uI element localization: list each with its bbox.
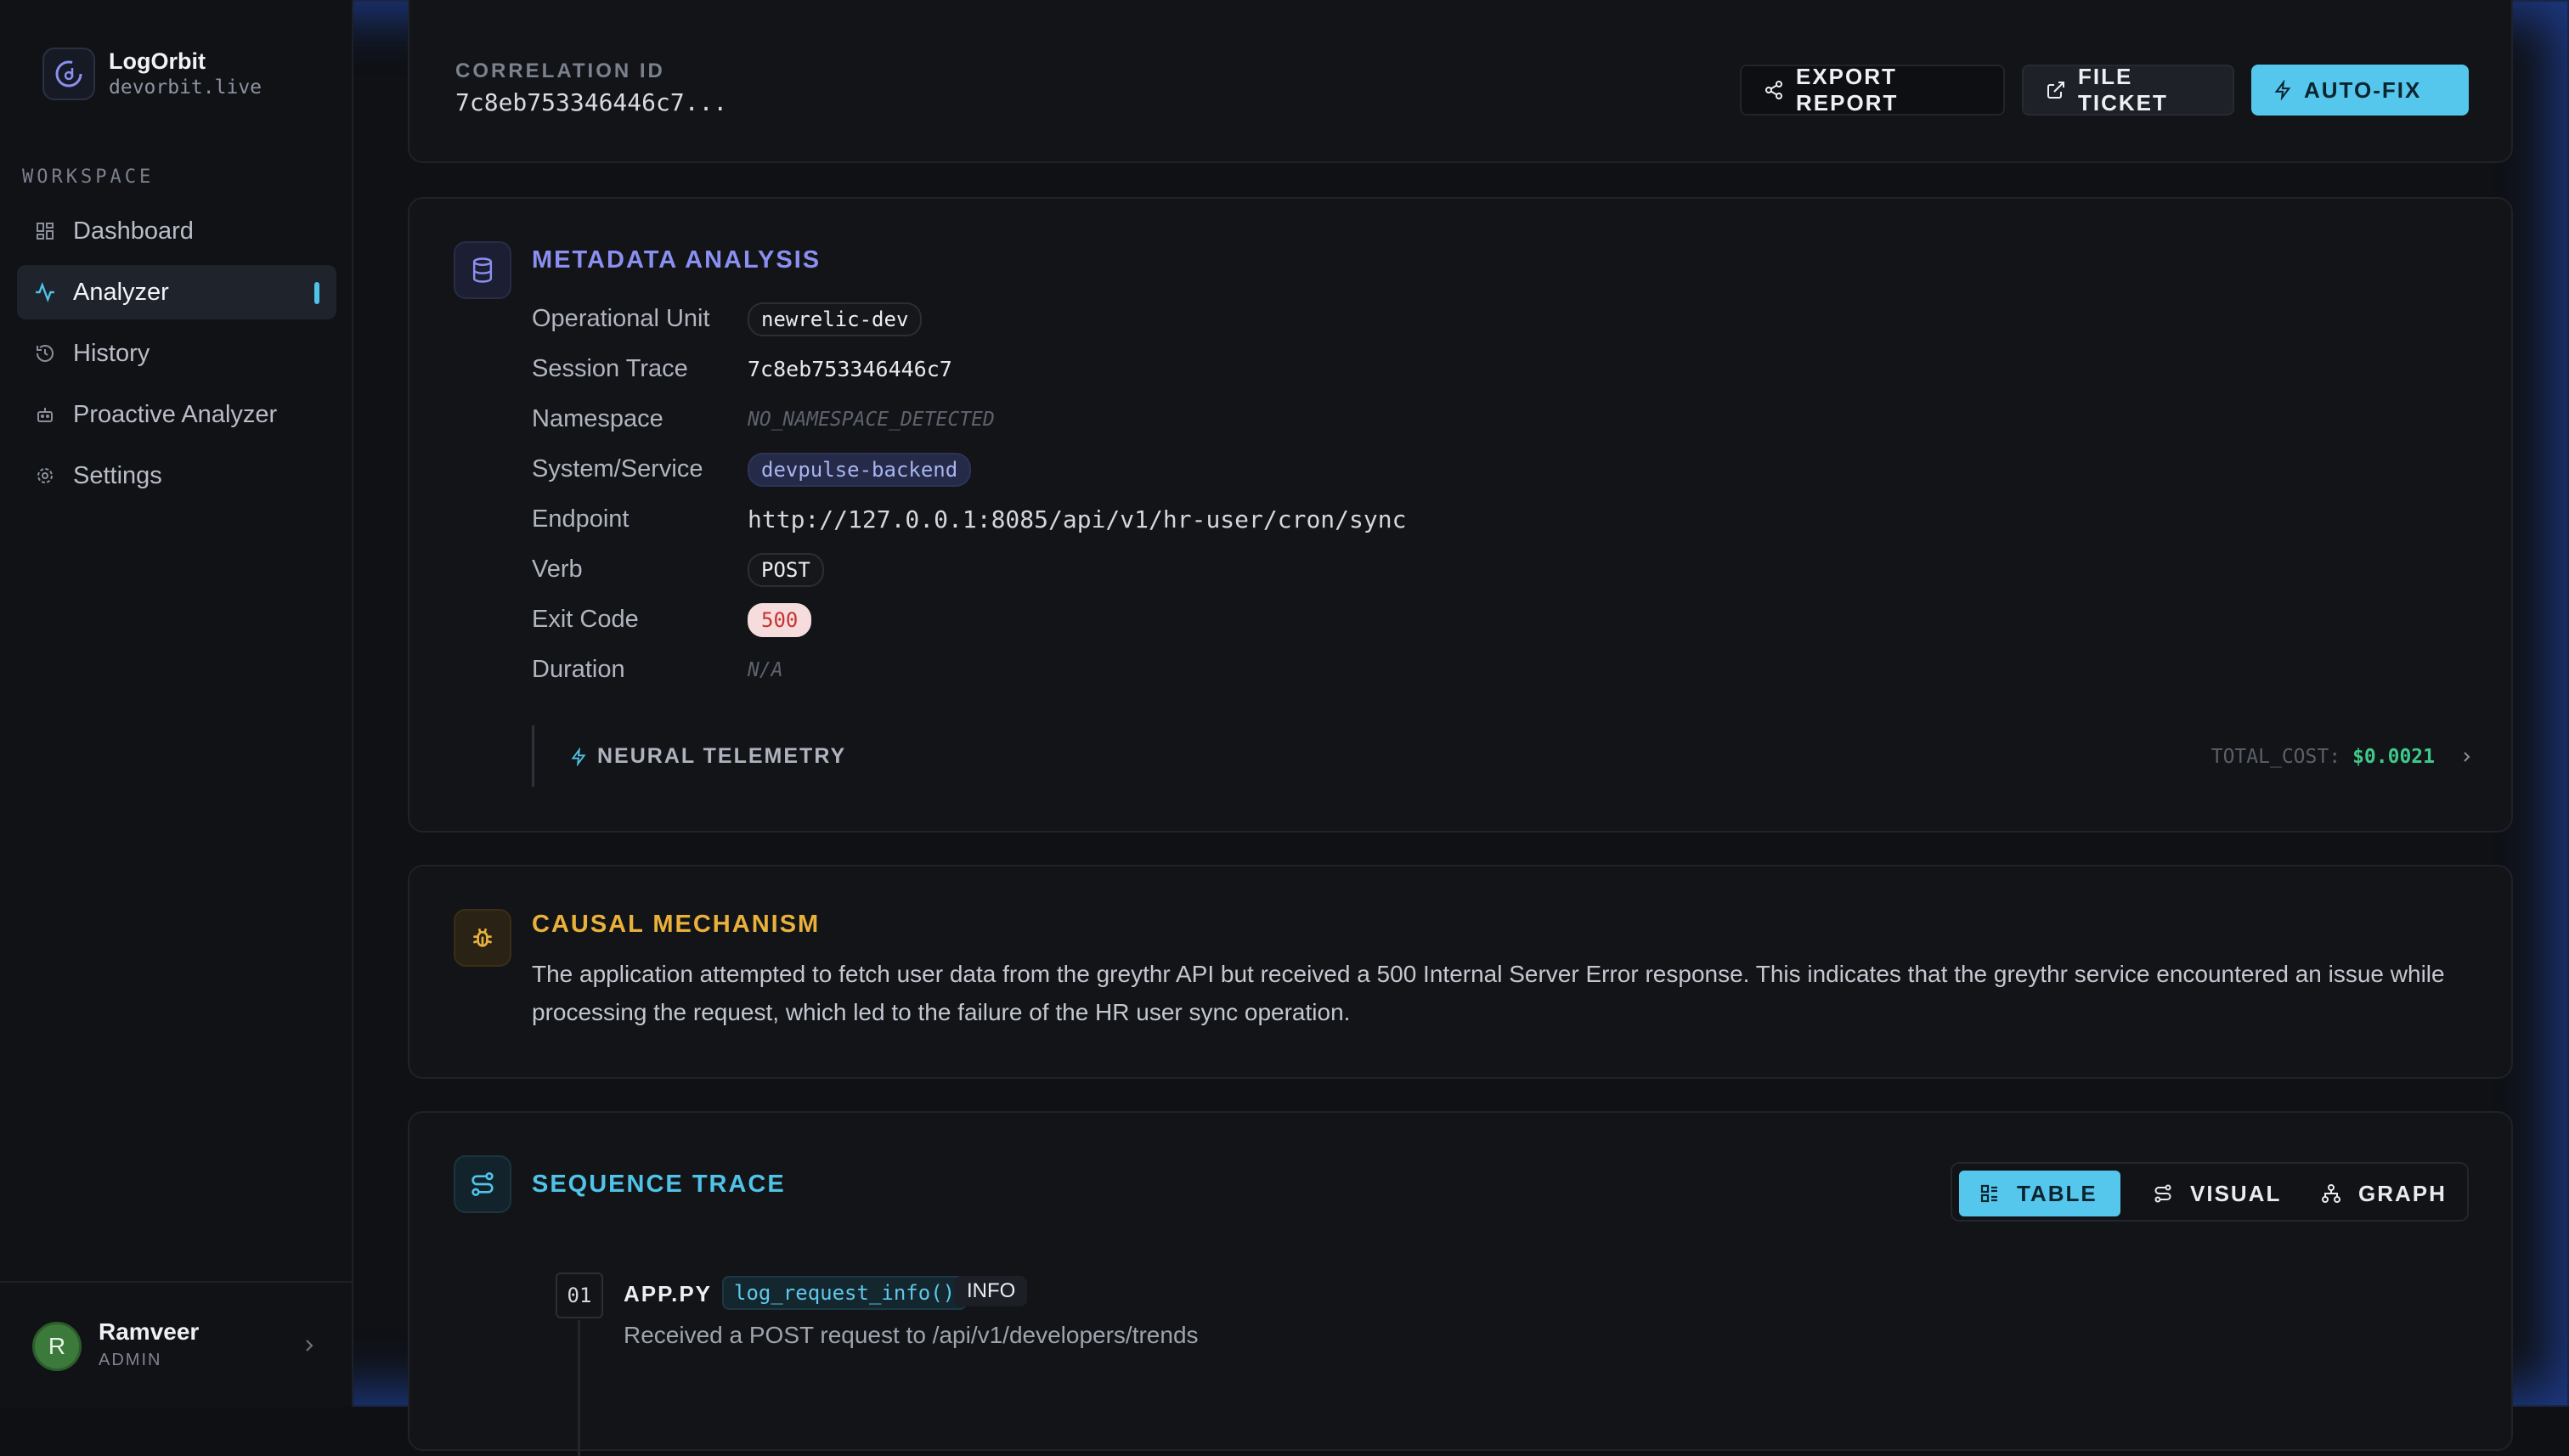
sequence-trace-card: SEQUENCE TRACE TABLE VISUAL GRAPH 01 APP… [408,1111,2513,1456]
sidebar-item-label: History [73,339,150,367]
sidebar-item-label: Proactive Analyzer [73,400,278,428]
session-trace-value: 7c8eb753346446c7 [748,357,952,381]
database-icon [454,241,511,299]
sidebar-item-label: Dashboard [73,217,194,245]
visual-view-label: VISUAL [2190,1180,2282,1206]
metadata-key: Operational Unit [532,305,710,332]
sidebar-item-analyzer[interactable]: Analyzer [17,265,336,319]
active-indicator [314,282,319,304]
sequence-title: SEQUENCE TRACE [532,1171,786,1198]
external-link-icon [2046,80,2066,100]
metadata-list: Operational Unit newrelic-dev Session Tr… [532,294,1406,695]
table-view-label: TABLE [2017,1180,2098,1206]
bug-icon [454,909,511,967]
logorbit-logo-icon [42,48,95,100]
telemetry-label: NEURAL TELEMETRY [570,744,846,769]
share-icon [1764,80,1784,100]
file-ticket-label: FILE TICKET [2078,64,2168,116]
route-icon [454,1155,511,1213]
gear-icon [34,465,56,487]
step-function: log_request_info() [722,1276,968,1310]
correlation-header: CORRELATION ID 7c8eb753346446c7... EXPOR… [408,0,2513,163]
user-profile[interactable]: R Ramveer ADMIN [0,1281,352,1407]
telemetry-label-text: NEURAL TELEMETRY [597,744,847,768]
step-message: Received a POST request to /api/v1/devel… [624,1322,1199,1348]
sidebar: LogOrbit devorbit.live WORKSPACE Dashboa… [0,0,353,1407]
namespace-value: NO_NAMESPACE_DETECTED [748,408,995,431]
step-file: APP.PY [624,1281,713,1306]
correlation-id: 7c8eb753346446c7... [455,88,728,116]
metadata-row: Operational Unit newrelic-dev [532,294,1406,344]
metadata-key: System/Service [532,455,703,483]
user-name: Ramveer [99,1318,200,1345]
chevron-right-icon [301,1335,318,1360]
correlation-label: CORRELATION ID [455,59,665,82]
sidebar-item-history[interactable]: History [17,326,336,381]
metadata-key: Endpoint [532,505,630,533]
auto-fix-button[interactable]: AUTO-FIX [2251,65,2469,116]
metadata-row: Endpoint http://127.0.0.1:8085/api/v1/hr… [532,494,1406,545]
user-role: ADMIN [99,1351,162,1369]
service-chip: devpulse-backend [748,452,972,487]
route-icon [2153,1183,2173,1204]
step-level-badge: INFO [955,1276,1028,1306]
bot-icon [34,404,56,426]
metadata-title: METADATA ANALYSIS [532,246,822,274]
endpoint-value: http://127.0.0.1:8085/api/v1/hr-user/cro… [748,505,1407,533]
workspace-section-label: WORKSPACE [22,166,155,188]
causal-mechanism-card: CAUSAL MECHANISM The application attempt… [408,865,2513,1079]
metadata-key: Namespace [532,405,663,432]
activity-icon [34,281,56,303]
sidebar-nav: Dashboard Analyzer History Proactive Ana… [17,204,336,510]
visual-view-button[interactable]: VISUAL [2132,1171,2294,1216]
sidebar-item-label: Analyzer [73,278,169,306]
table-view-button[interactable]: TABLE [1959,1171,2120,1216]
total-cost-label: TOTAL_COST: [2210,746,2341,768]
avatar: R [32,1322,82,1371]
metadata-row: System/Service devpulse-backend [532,444,1406,494]
metadata-row: Exit Code 500 [532,595,1406,645]
brand[interactable]: LogOrbit devorbit.live [42,48,262,100]
lightning-icon [2273,80,2292,100]
operational-unit-chip: newrelic-dev [748,302,923,336]
causal-description: The application attempted to fetch user … [532,961,2445,1025]
metadata-key: Verb [532,556,583,583]
duration-value: N/A [748,658,783,681]
network-icon [2321,1183,2341,1204]
neural-telemetry-toggle[interactable]: NEURAL TELEMETRY TOTAL_COST: $0.0021 [532,725,2477,787]
brand-domain: devorbit.live [109,76,263,99]
total-cost: TOTAL_COST: $0.0021 [2211,746,2474,768]
auto-fix-label: AUTO-FIX [2304,76,2422,103]
sidebar-item-proactive-analyzer[interactable]: Proactive Analyzer [17,387,336,442]
lightning-icon [570,747,587,766]
export-report-label: EXPORT REPORT [1796,64,1899,116]
verb-chip: POST [748,552,824,587]
sidebar-item-settings[interactable]: Settings [17,449,336,503]
metadata-key: Session Trace [532,355,688,382]
metadata-key: Exit Code [532,606,639,633]
grid-icon [34,220,56,242]
view-mode-toggle: TABLE VISUAL GRAPH [1951,1162,2469,1222]
chevron-right-icon [2460,748,2474,765]
graph-view-button[interactable]: GRAPH [2301,1171,2462,1216]
history-icon [34,342,56,364]
exit-code-badge: 500 [748,602,812,637]
causal-title: CAUSAL MECHANISM [532,911,821,938]
metadata-key: Duration [532,656,625,683]
file-ticket-button[interactable]: FILE TICKET [2022,64,2234,116]
metadata-row: Duration N/A [532,645,1406,695]
metadata-row: Verb POST [532,545,1406,595]
total-cost-value: $0.0021 [2352,746,2435,768]
metadata-analysis-card: METADATA ANALYSIS Operational Unit newre… [408,197,2513,832]
export-report-button[interactable]: EXPORT REPORT [1740,64,2005,116]
metadata-row: Session Trace 7c8eb753346446c7 [532,344,1406,394]
sidebar-item-label: Settings [73,461,162,489]
graph-view-label: GRAPH [2358,1180,2447,1206]
brand-name: LogOrbit [109,48,206,74]
step-number: 01 [556,1273,603,1318]
table-icon [1979,1183,2000,1204]
sidebar-item-dashboard[interactable]: Dashboard [17,204,336,258]
metadata-row: Namespace NO_NAMESPACE_DETECTED [532,394,1406,444]
step-connector [578,1320,580,1456]
